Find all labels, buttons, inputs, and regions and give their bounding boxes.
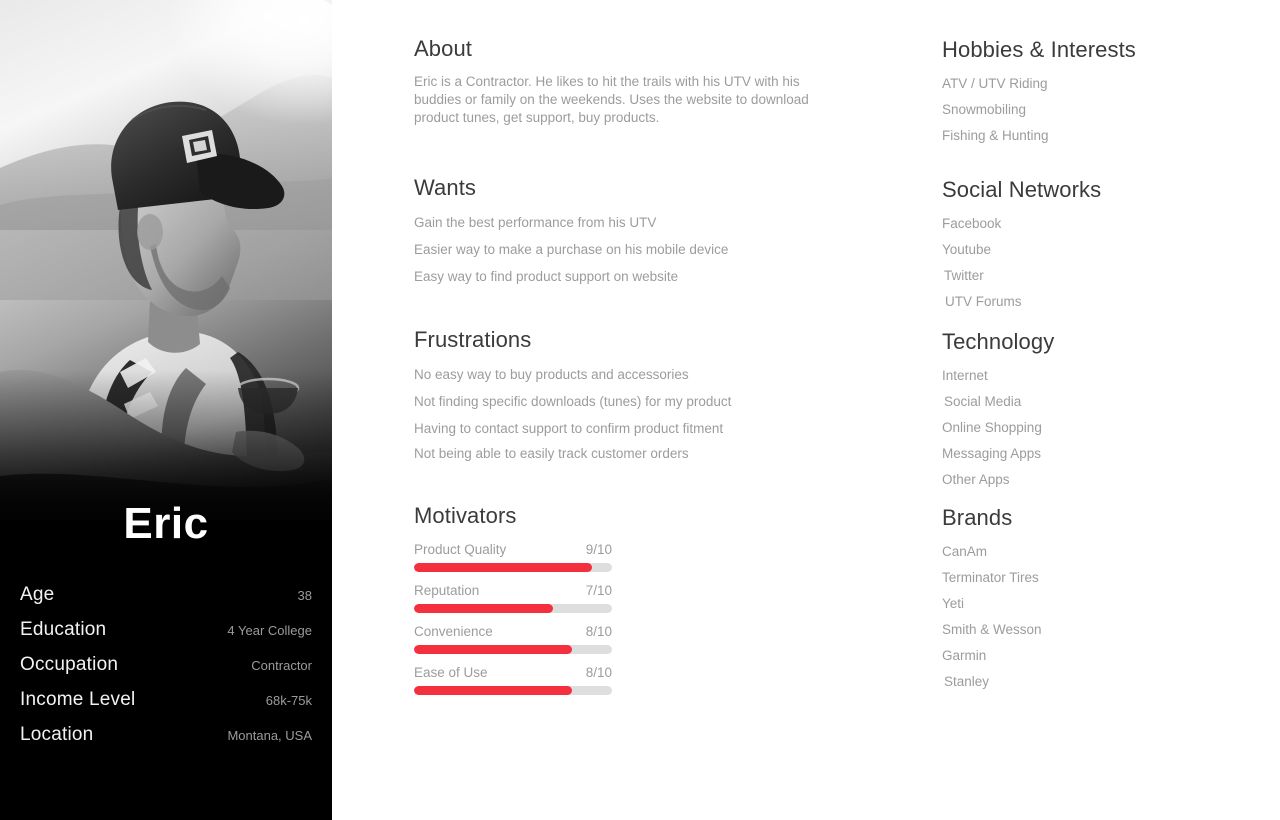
motivator-bar-track <box>414 645 612 654</box>
list-item: Gain the best performance from his UTV <box>414 215 657 230</box>
hobbies-title: Hobbies & Interests <box>942 37 1136 62</box>
motivator-score: 8/10 <box>585 665 612 680</box>
list-item: Not being able to easily track customer … <box>414 446 689 461</box>
motivator-label: Reputation <box>414 583 480 598</box>
list-item: No easy way to buy products and accessor… <box>414 367 689 382</box>
list-item: CanAm <box>942 544 988 559</box>
motivator-bar-fill <box>414 686 573 695</box>
frustrations-title: Frustrations <box>414 327 532 352</box>
persona-name: Eric <box>123 499 209 548</box>
list-item: Smith & Wesson <box>942 622 1042 637</box>
list-item: Internet <box>942 368 988 383</box>
motivator-score: 7/10 <box>585 583 612 598</box>
motivator-bar-track <box>414 686 612 695</box>
motivator-item: Reputation 7/10 <box>414 583 644 613</box>
list-item: Social Media <box>944 394 1022 409</box>
demographic-row: Location Montana, USA <box>20 724 312 759</box>
wants-title: Wants <box>414 175 477 200</box>
motivators-title: Motivators <box>414 503 517 528</box>
motivator-score: 8/10 <box>585 624 612 639</box>
list-item: Facebook <box>942 216 1002 231</box>
motivator-bar-fill <box>414 645 573 654</box>
motivator-bar-fill <box>414 604 553 613</box>
section-motivators: Motivators Product Quality 9/10 Reputati… <box>414 503 644 695</box>
list-item: Not finding specific downloads (tunes) f… <box>414 394 732 409</box>
section-wants: Wants Gain the best performance from his… <box>414 175 839 285</box>
demographic-label: Age <box>20 584 55 605</box>
list-item: Yeti <box>942 596 965 611</box>
motivator-label: Product Quality <box>414 542 507 557</box>
demographic-label: Education <box>20 619 107 640</box>
demographic-row: Age 38 <box>20 584 312 619</box>
motivator-header: Reputation 7/10 <box>414 583 612 599</box>
motivator-header: Product Quality 9/10 <box>414 542 612 558</box>
section-social-networks: Social Networks Facebook Youtube Twitter… <box>942 177 1232 310</box>
list-item: Youtube <box>942 242 992 257</box>
list-item: Fishing & Hunting <box>942 128 1049 143</box>
list-item: Having to contact support to confirm pro… <box>414 421 724 436</box>
demographic-label: Occupation <box>20 654 119 675</box>
section-hobbies: Hobbies & Interests ATV / UTV Riding Sno… <box>942 37 1232 144</box>
motivator-item: Convenience 8/10 <box>414 624 644 654</box>
demographic-row: Education 4 Year College <box>20 619 312 654</box>
list-item: Terminator Tires <box>942 570 1039 585</box>
brands-list: CanAm Terminator Tires Yeti Smith & Wess… <box>942 543 1232 690</box>
section-about: About Eric is a Contractor. He likes to … <box>414 36 839 127</box>
wants-list: Gain the best performance from his UTV E… <box>414 214 839 285</box>
list-item: UTV Forums <box>945 294 1022 309</box>
list-item: Messaging Apps <box>942 446 1042 461</box>
demographic-value: 38 <box>297 588 312 603</box>
motivator-bar-track <box>414 563 612 572</box>
persona-sidebar: Eric Age 38 Education 4 Year College Occ… <box>0 0 332 820</box>
demographic-value: 4 Year College <box>227 623 312 638</box>
technology-list: Internet Social Media Online Shopping Me… <box>942 367 1232 488</box>
frustrations-list: No easy way to buy products and accessor… <box>414 366 839 462</box>
hobbies-list: ATV / UTV Riding Snowmobiling Fishing & … <box>942 75 1232 144</box>
about-text: Eric is a Contractor. He likes to hit th… <box>414 74 809 125</box>
demographic-label: Location <box>20 724 94 745</box>
list-item: Easy way to find product support on webs… <box>414 269 679 284</box>
persona-card: Eric Age 38 Education 4 Year College Occ… <box>0 0 1280 820</box>
list-item: Online Shopping <box>942 420 1042 435</box>
demographic-row: Occupation Contractor <box>20 654 312 689</box>
persona-photo <box>0 0 332 560</box>
section-frustrations: Frustrations No easy way to buy products… <box>414 327 839 462</box>
motivator-item: Product Quality 9/10 <box>414 542 644 572</box>
social-networks-list: Facebook Youtube Twitter UTV Forums <box>942 215 1232 310</box>
technology-title: Technology <box>942 329 1055 354</box>
brands-title: Brands <box>942 505 1013 530</box>
motivator-header: Convenience 8/10 <box>414 624 612 640</box>
demographic-value: 68k-75k <box>265 693 312 708</box>
motivator-score: 9/10 <box>585 542 612 557</box>
motivator-header: Ease of Use 8/10 <box>414 665 612 681</box>
persona-photo-image <box>0 0 332 560</box>
motivator-label: Convenience <box>414 624 493 639</box>
demographic-value: Contractor <box>251 658 312 673</box>
demographic-value: Montana, USA <box>227 728 312 743</box>
motivator-bar-fill <box>414 563 593 572</box>
list-item: Garmin <box>942 648 987 663</box>
demographic-row: Income Level 68k-75k <box>20 689 312 724</box>
section-technology: Technology Internet Social Media Online … <box>942 329 1232 488</box>
demographic-label: Income Level <box>20 689 136 710</box>
motivator-item: Ease of Use 8/10 <box>414 665 644 695</box>
list-item: Twitter <box>944 268 984 283</box>
section-brands: Brands CanAm Terminator Tires Yeti Smith… <box>942 505 1232 690</box>
persona-content: About Eric is a Contractor. He likes to … <box>332 0 1280 820</box>
list-item: Other Apps <box>942 472 1010 487</box>
list-item: Easier way to make a purchase on his mob… <box>414 242 729 257</box>
list-item: ATV / UTV Riding <box>942 76 1048 91</box>
social-networks-title: Social Networks <box>942 177 1102 202</box>
list-item: Stanley <box>944 674 990 689</box>
motivator-bar-track <box>414 604 612 613</box>
about-title: About <box>414 36 472 61</box>
motivator-label: Ease of Use <box>414 665 488 680</box>
list-item: Snowmobiling <box>942 102 1027 117</box>
demographics-list: Age 38 Education 4 Year College Occupati… <box>20 584 312 759</box>
